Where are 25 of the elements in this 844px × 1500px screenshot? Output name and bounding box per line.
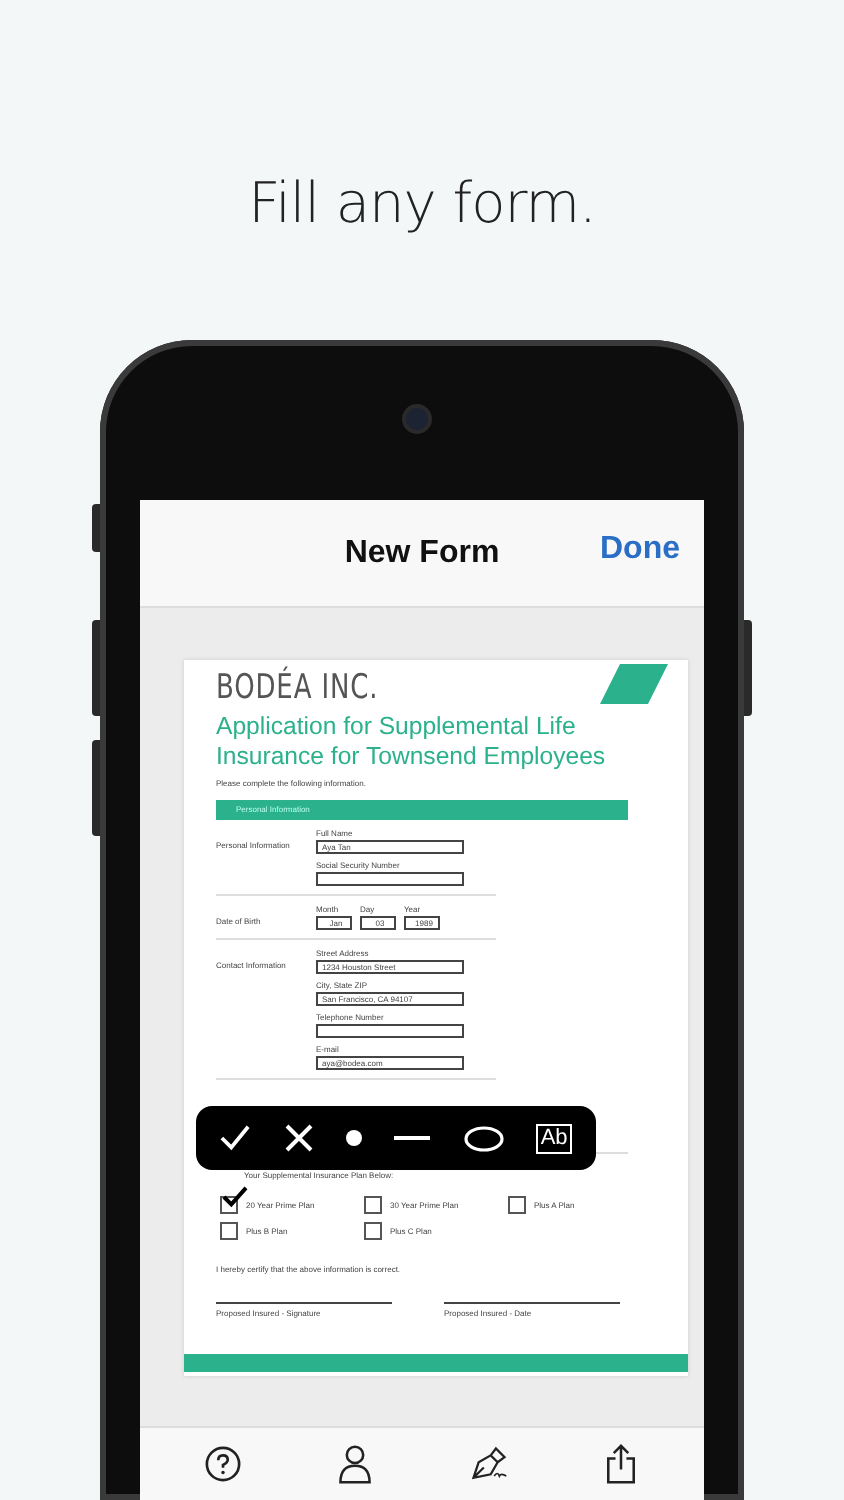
company-logo: BODÉA INC. <box>216 668 379 708</box>
dot-tool-icon[interactable] <box>346 1130 363 1146</box>
checkbox[interactable] <box>508 1196 526 1214</box>
share-icon[interactable] <box>602 1444 641 1484</box>
checkmark-icon <box>222 1186 248 1208</box>
logo-shape-icon <box>600 664 668 704</box>
help-icon[interactable] <box>203 1444 242 1484</box>
person-icon[interactable] <box>336 1444 375 1484</box>
checkbox[interactable] <box>220 1222 238 1240</box>
input-field[interactable] <box>316 872 464 886</box>
done-button[interactable]: Done <box>600 532 680 568</box>
input-field[interactable] <box>316 1024 464 1038</box>
checkbox[interactable] <box>364 1196 382 1214</box>
cross-tool-icon[interactable] <box>283 1124 314 1152</box>
checkbox[interactable] <box>364 1222 382 1240</box>
pen-sign-icon[interactable] <box>469 1444 508 1484</box>
ellipse-tool-icon[interactable] <box>463 1125 504 1151</box>
nav-title: New Form <box>344 535 500 571</box>
check-tool-icon[interactable] <box>220 1124 251 1152</box>
text-tool-button[interactable]: Ab <box>536 1123 572 1153</box>
camera-icon <box>406 408 428 430</box>
form-title: Application for Supplemental Life Insurance for Townsend Employees <box>216 712 608 772</box>
checkbox[interactable] <box>220 1196 238 1214</box>
line-tool-icon[interactable] <box>394 1136 431 1140</box>
headline: Fill any form. <box>248 170 596 236</box>
